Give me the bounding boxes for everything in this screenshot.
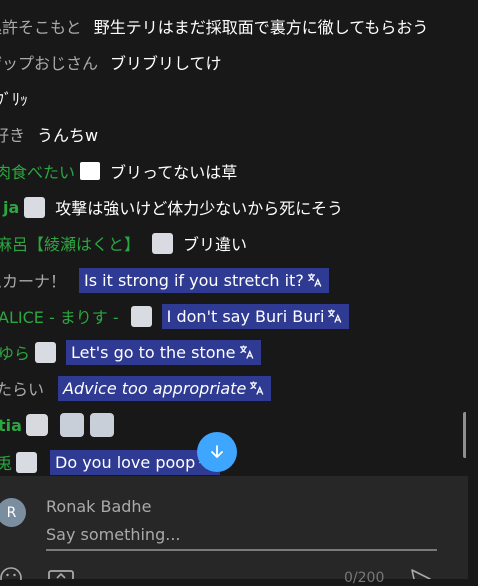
message-author[interactable]: 好き	[0, 122, 37, 146]
member-badge-icon	[25, 414, 48, 436]
send-icon[interactable]	[410, 569, 432, 579]
chat-message: ムカーナ！ Is it strong if you stretch it?	[0, 265, 329, 295]
member-badge-icon	[24, 196, 46, 218]
message-author[interactable]: ALICE - まりす -	[0, 304, 131, 328]
message-text: Do you love poop	[55, 452, 196, 472]
chat-message: 好き うんちw	[0, 119, 98, 149]
custom-emoji-icon	[89, 413, 114, 437]
message-text: ブリ違い	[183, 235, 248, 254]
translate-icon[interactable]	[327, 309, 343, 323]
message-author[interactable]: 兎	[0, 450, 16, 474]
super-chat-icon[interactable]	[48, 570, 74, 579]
message-author[interactable]: ザップおじさん	[0, 50, 110, 74]
message-text: 攻撃は強いけど体力少ないから死にそう	[55, 199, 343, 218]
message-author[interactable]: たらい	[0, 376, 58, 400]
chat-message: 肉食べたい ブリってないは草	[0, 156, 237, 186]
translated-message: Let's go to the stone	[66, 339, 261, 365]
member-badge-icon	[35, 341, 57, 363]
translated-message: Is it strong if you stretch it?	[79, 267, 329, 293]
scroll-to-bottom-button[interactable]	[197, 432, 237, 472]
chat-message: たらい Advice too appropriate	[0, 373, 272, 403]
user-name: Ronak Badhe	[46, 497, 152, 516]
member-badge-icon	[80, 162, 101, 180]
message-author[interactable]: 肉食べたい	[0, 159, 80, 183]
message-text: Let's go to the stone	[71, 342, 236, 362]
arrow-down-icon	[211, 445, 223, 458]
message-text: ブリブリしてけ	[110, 54, 222, 73]
scrollbar-thumb[interactable]	[463, 412, 466, 458]
chat-message: 麻呂【綾瀬はくと】 ブリ違い	[0, 228, 247, 258]
chat-message: ﾌﾞﾘｯ	[0, 83, 28, 113]
message-author[interactable]: 麻呂【綾瀬はくと】	[0, 231, 152, 255]
translated-message: Do you love poop	[50, 449, 221, 475]
member-badge-icon	[152, 232, 174, 254]
translated-message: I don't say Buri Buri	[161, 303, 350, 329]
translate-icon[interactable]	[249, 381, 265, 395]
message-text: ﾌﾞﾘｯ	[0, 90, 29, 109]
message-text: I don't say Buri Buri	[166, 306, 325, 326]
custom-emoji-icon	[59, 413, 84, 437]
chat-message: tia	[0, 410, 120, 440]
message-text: 野生テリはまだ採取面で裏方に徹してもらおう	[93, 18, 429, 37]
chat-message: ザップおじさん ブリブリしてけ	[0, 47, 222, 77]
chat-message: 処許そこもと 野生テリはまだ採取面で裏方に徹してもらおう	[0, 11, 428, 41]
member-badge-icon	[16, 451, 38, 473]
translate-icon[interactable]	[307, 273, 323, 287]
message-author[interactable]: ムカーナ！	[0, 268, 79, 292]
message-author[interactable]: tia	[0, 416, 26, 435]
window-edge	[468, 0, 478, 579]
chat-feed: 処許そこもと 野生テリはまだ採取面で裏方に徹してもらおう ザップおじさん ブリブ…	[0, 0, 466, 476]
message-text: うんちw	[37, 126, 99, 145]
message-author[interactable]: ゆら	[0, 340, 35, 364]
chat-input[interactable]: Say something...	[46, 525, 437, 551]
translate-icon[interactable]	[239, 345, 255, 359]
chat-message: ゆら Let's go to the stone	[0, 337, 261, 367]
chat-message: ja 攻撃は強いけど体力少ないから死にそう	[0, 192, 343, 222]
character-counter: 0/200	[344, 570, 385, 586]
chat-message: ALICE - まりす - I don't say Buri Buri	[0, 301, 350, 331]
message-author[interactable]: 処許そこもと	[0, 14, 94, 38]
emoji-icon[interactable]	[0, 566, 24, 580]
member-badge-icon	[130, 305, 152, 327]
message-text: ブリってないは草	[110, 163, 238, 182]
message-text: Is it strong if you stretch it?	[84, 270, 304, 290]
message-text: Advice too appropriate	[63, 378, 247, 398]
chat-message: 兎 Do you love poop	[0, 447, 221, 476]
translated-message: Advice too appropriate	[58, 375, 272, 401]
message-author[interactable]: ja	[3, 198, 24, 217]
